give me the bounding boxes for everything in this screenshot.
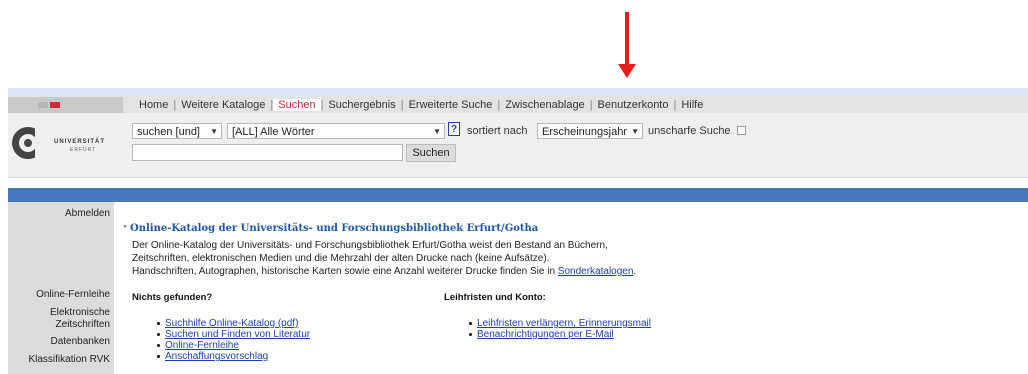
fuzzy-search-label: unscharfe Suche [648,125,731,137]
german-flag-icon[interactable] [38,102,48,108]
sidebar-item-klassifikation-rvk[interactable]: Klassifikation RVK [28,354,110,366]
link-suchhilfe[interactable]: Suchhilfe Online-Katalog (pdf) [165,318,298,329]
menu-suchen[interactable]: Suchen [273,99,321,111]
list-item: Online-Fernleihe [157,340,310,351]
sidebar-item-elektronische[interactable]: Elektronische [50,307,110,319]
menu-benutzerkonto[interactable]: Benutzerkonto [593,99,674,111]
link-anschaffungsvorschlag[interactable]: Anschaffungsvorschlag [165,351,268,362]
sidebar-item-abmelden[interactable]: Abmelden [65,208,110,220]
menu-erweiterte-suche[interactable]: Erweiterte Suche [404,99,498,111]
page-title: ° Online-Katalog der Universitäts- und Fo… [123,223,539,234]
sonderkataloge-link[interactable]: Sonderkatalogen [558,266,634,277]
fuzzy-search-checkbox[interactable] [737,126,746,135]
top-strip [8,88,1028,97]
menu-weitere-kataloge[interactable]: Weitere Kataloge [176,99,270,111]
link-benachrichtigungen[interactable]: Benachrichtigungen per E-Mail [477,329,614,340]
catalog-page: Home | Weitere Kataloge | Suchen | Sucherge… [8,88,1028,374]
link-leihfristen[interactable]: Leihfristen verlängern, Erinnerungsmail [477,318,651,329]
intro-text: Der Online-Katalog der Universitäts- und… [132,240,637,277]
main-content: ° Online-Katalog der Universitäts- und Fo… [123,202,1023,374]
red-arrow-icon [618,12,636,78]
list-item: Leihfristen verlängern, Erinnerungsmail [469,318,651,329]
search-field-select[interactable]: [ALL] Alle Wörter ▼ [227,123,445,139]
uk-flag-icon[interactable] [50,102,60,108]
chevron-down-icon: ▼ [631,127,639,136]
university-logo: UNIVERSITÄT ERFURT [12,125,112,165]
sidebar: Abmelden Online-Fernleihe Elektronische … [8,202,114,374]
sort-select[interactable]: Erscheinungsjahr ▼ [537,123,643,139]
link-suchen-finden[interactable]: Suchen und Finden von Literatur [165,329,310,340]
menu-hilfe[interactable]: Hilfe [676,99,708,111]
menu-home[interactable]: Home [134,99,173,111]
account-links-list: Leihfristen verlängern, Erinnerungsmail … [469,318,651,340]
blue-divider-bar [8,188,1028,202]
list-item: Suchhilfe Online-Katalog (pdf) [157,318,310,329]
main-menu: Home | Weitere Kataloge | Suchen | Sucherge… [134,97,708,113]
menu-suchergebnis[interactable]: Suchergebnis [323,99,400,111]
menu-zwischenablage[interactable]: Zwischenablage [500,99,590,111]
help-links-list: Suchhilfe Online-Katalog (pdf) Suchen un… [157,318,310,362]
language-bar [8,97,123,113]
list-item: Benachrichtigungen per E-Mail [469,329,651,340]
list-item: Suchen und Finden von Literatur [157,329,310,340]
chevron-down-icon: ▼ [433,127,441,136]
bullet-icon: ° [123,223,127,233]
link-online-fernleihe[interactable]: Online-Fernleihe [165,340,239,351]
sidebar-item-online-fernleihe[interactable]: Online-Fernleihe [36,289,110,301]
search-panel: UNIVERSITÄT ERFURT suchen [und] ▼ [ALL] A… [8,113,1028,178]
left-heading: Nichts gefunden? [132,292,213,303]
help-icon[interactable]: ? [448,122,460,136]
search-input[interactable] [132,144,403,161]
search-mode-select[interactable]: suchen [und] ▼ [132,123,222,139]
sidebar-item-datenbanken[interactable]: Datenbanken [51,336,111,348]
list-item: Anschaffungsvorschlag [157,351,310,362]
right-heading: Leihfristen und Konto: [444,292,546,303]
chevron-down-icon: ▼ [210,127,218,136]
sort-label: sortiert nach [467,125,528,137]
sidebar-item-zeitschriften[interactable]: Zeitschriften [56,319,110,331]
search-button[interactable]: Suchen [406,144,456,162]
